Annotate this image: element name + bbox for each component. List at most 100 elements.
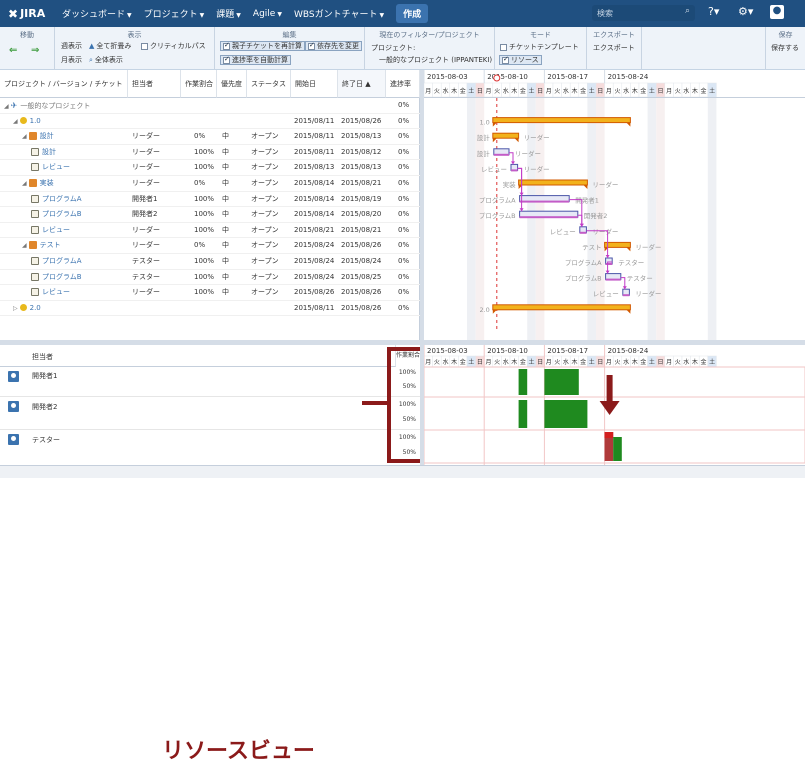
day-label: 日 — [657, 88, 663, 95]
summary-end-icon[interactable] — [583, 185, 588, 189]
col-header-end[interactable]: 終了日 ▲ — [338, 70, 386, 98]
nav-projects[interactable]: プロジェクト ▼ — [138, 7, 211, 20]
monthly-view-button[interactable]: 月表示 — [61, 55, 82, 65]
day-label: 火 — [675, 359, 681, 366]
ticket-template-checkbox[interactable]: チケットテンプレート — [500, 42, 579, 52]
task-progress-line[interactable] — [579, 231, 587, 234]
weekly-view-button[interactable]: 週表示 — [61, 41, 82, 51]
table-row[interactable]: ◢ 設計 リーダー 0% 中 オープン 2015/08/11 2015/08/13 0% — [0, 129, 420, 145]
help-icon[interactable]: ?▾ — [708, 5, 719, 18]
col-header-name[interactable]: プロジェクト / バージョン / チケット — [0, 70, 128, 98]
table-row[interactable]: プログラムA 開発者1 100% 中 オープン 2015/08/14 2015/08/19 0… — [0, 192, 420, 208]
tree-toggle-icon[interactable]: ◢ — [4, 103, 9, 110]
weekend-column[interactable] — [467, 98, 476, 340]
col-header-priority[interactable]: 優先度 — [217, 70, 247, 98]
issue-link[interactable]: レビュー — [42, 226, 70, 234]
tree-toggle-icon[interactable]: ▷ — [13, 305, 18, 312]
table-row[interactable]: ◢ ✈ 一般的なプロジェクト 0% — [0, 98, 420, 114]
summary-end-icon[interactable] — [492, 309, 497, 314]
task-progress-line[interactable] — [622, 294, 630, 297]
table-row[interactable]: 設計 リーダー 100% 中 オープン 2015/08/11 2015/08/12 0% — [0, 145, 420, 161]
day-label: 木 — [511, 87, 517, 95]
summary-end-icon[interactable] — [492, 122, 497, 127]
task-progress-line[interactable] — [493, 153, 509, 156]
weekend-column[interactable] — [647, 98, 657, 340]
table-row[interactable]: ▷ 2.0 2015/08/11 2015/08/26 0% — [0, 301, 420, 317]
nav-dashboard[interactable]: ダッシュボード ▼ — [56, 7, 138, 20]
issue-link[interactable]: レビュー — [42, 288, 70, 296]
table-row[interactable]: レビュー リーダー 100% 中 オープン 2015/08/21 2015/08/21 0% — [0, 223, 420, 239]
tree-toggle-icon[interactable]: ◢ — [22, 242, 27, 249]
gear-icon[interactable]: ⚙▾ — [738, 5, 753, 18]
issue-link[interactable]: 2.0 — [30, 304, 41, 312]
summary-bar[interactable] — [492, 132, 520, 139]
recalc-parent-child-checkbox[interactable]: 親子チケットを再計算 — [220, 41, 305, 51]
tree-toggle-icon[interactable]: ◢ — [22, 180, 27, 187]
table-row[interactable]: レビュー リーダー 100% 中 オープン 2015/08/13 2015/08/13 0% — [0, 160, 420, 176]
table-row[interactable]: プログラムB テスター 100% 中 オープン 2015/08/24 2015/08/25 0… — [0, 270, 420, 286]
critical-path-checkbox[interactable]: クリティカルパス — [141, 41, 206, 51]
auto-progress-checkbox[interactable]: 進捗率を自動計算 — [220, 55, 291, 65]
table-row[interactable]: レビュー リーダー 100% 中 オープン 2015/08/26 2015/08/26 0% — [0, 285, 420, 301]
weekend-column[interactable] — [707, 98, 717, 340]
tree-toggle-icon[interactable]: ◢ — [13, 118, 18, 125]
table-row[interactable]: ◢ 実装 リーダー 0% 中 オープン 2015/08/14 2015/08/21 0% — [0, 176, 420, 192]
show-all-button[interactable]: ⌕ 全体表示 — [89, 55, 123, 65]
dependency-arrow[interactable] — [517, 167, 523, 212]
summary-bar[interactable] — [492, 117, 631, 124]
task-progress-line[interactable] — [511, 169, 518, 172]
col-header-start[interactable]: 開始日 — [291, 70, 338, 98]
summary-end-icon[interactable] — [626, 309, 631, 314]
col-header-progress[interactable]: 進捗率 — [386, 70, 420, 98]
user-avatar[interactable]: ● — [770, 5, 784, 19]
day-label: 土 — [589, 358, 595, 366]
collapse-all-button[interactable]: ▲ 全て折畳み — [89, 41, 131, 51]
summary-end-icon[interactable] — [626, 247, 631, 252]
change-dependency-checkbox[interactable]: 依存先を変更 — [305, 41, 362, 51]
issue-link[interactable]: テスト — [40, 241, 61, 249]
arrow-right-icon[interactable]: ⇒ — [31, 45, 39, 56]
summary-bar[interactable] — [604, 241, 631, 248]
resource-mode-checkbox[interactable]: リソース — [499, 55, 542, 65]
save-button[interactable]: 保存する — [771, 43, 799, 53]
issue-link[interactable]: 設計 — [42, 148, 56, 156]
task-progress-line[interactable] — [519, 216, 578, 219]
today-marker[interactable] — [493, 74, 501, 82]
nav-issues[interactable]: 課題 ▼ — [210, 7, 247, 20]
gantt-toolbar: 移動 ⇐ ⇒ 表示 週表示 ▲ 全て折畳み クリティカルパス 月表示 ⌕ 全体表示 … — [0, 27, 805, 70]
col-header-status[interactable]: ステータス — [247, 70, 291, 98]
jira-logo[interactable]: ✖ JIRA — [8, 7, 56, 21]
arrow-left-icon[interactable]: ⇐ — [9, 45, 17, 56]
weekend-column[interactable] — [656, 98, 665, 340]
summary-end-icon[interactable] — [626, 122, 631, 127]
create-button[interactable]: 作成 — [396, 4, 429, 23]
nav-wbs-gantt[interactable]: WBSガントチャート ▼ — [288, 7, 390, 20]
issue-link[interactable]: プログラムA — [42, 195, 82, 203]
issue-link[interactable]: 実装 — [40, 179, 54, 187]
table-row[interactable]: プログラムA テスター 100% 中 オープン 2015/08/24 2015/08/24 0… — [0, 254, 420, 270]
col-header-assignee[interactable]: 担当者 — [128, 70, 181, 98]
summary-bar[interactable] — [492, 304, 631, 311]
table-row[interactable]: ◢ 1.0 2015/08/11 2015/08/26 0% — [0, 114, 420, 130]
summary-bar[interactable] — [518, 179, 588, 186]
cell-priority: 中 — [222, 132, 229, 141]
table-row[interactable]: ◢ テスト リーダー 0% 中 オープン 2015/08/24 2015/08/26 0% — [0, 238, 420, 254]
issue-link[interactable]: レビュー — [42, 163, 70, 171]
summary-end-icon[interactable] — [514, 138, 519, 143]
tree-toggle-icon[interactable]: ◢ — [22, 133, 27, 140]
table-row[interactable]: プログラムB 開発者2 100% 中 オープン 2015/08/14 2015/08/20 0… — [0, 207, 420, 223]
nav-agile[interactable]: Agile ▼ — [247, 9, 288, 19]
project-value[interactable]: 一般的なプロジェクト (IPPANTEKI) — [379, 55, 492, 65]
issue-link[interactable]: 1.0 — [30, 117, 41, 125]
issue-link[interactable]: プログラムB — [42, 273, 82, 281]
search-input[interactable]: 検索 ⌕ — [592, 5, 695, 21]
task-progress-line[interactable] — [605, 278, 621, 281]
task-progress-line[interactable] — [519, 200, 570, 203]
col-header-ratio[interactable]: 作業割合 — [181, 70, 217, 98]
task-progress-line[interactable] — [605, 263, 613, 265]
issue-link[interactable]: プログラムA — [42, 257, 82, 265]
issue-link[interactable]: 設計 — [40, 132, 54, 140]
issue-link[interactable]: プログラムB — [42, 210, 82, 218]
summary-end-icon[interactable] — [492, 138, 497, 143]
export-button[interactable]: エクスポート — [593, 43, 635, 53]
